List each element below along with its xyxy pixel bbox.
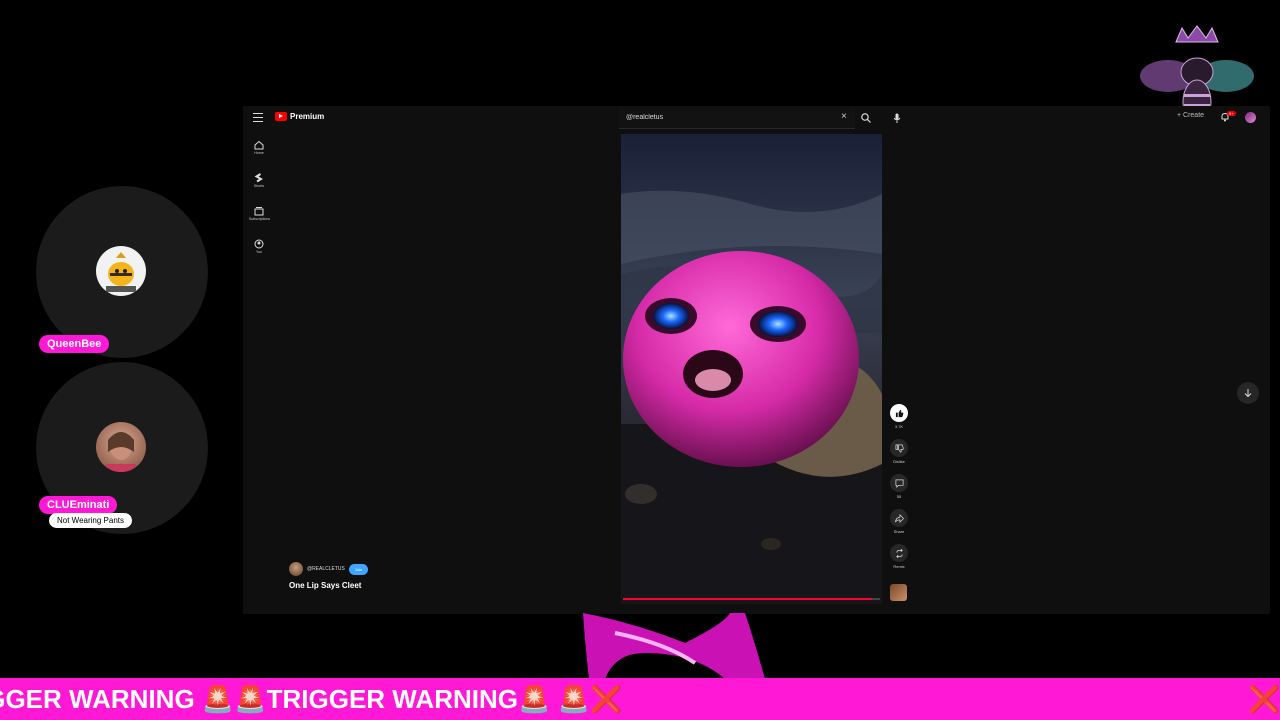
home-icon (254, 140, 264, 150)
youtube-premium-logo[interactable]: Premium (275, 112, 324, 121)
share-label: Share (893, 529, 905, 534)
nav-item-subscriptions[interactable]: Subscriptions (249, 206, 271, 239)
dislike-label: Dislike (893, 459, 905, 464)
queenbee-avatar (96, 246, 146, 296)
short-video-player[interactable] (621, 134, 882, 604)
person-avatar-icon (106, 432, 136, 472)
brand-label: Premium (290, 112, 325, 121)
side-nav: Home Shorts Subscriptions You (249, 140, 271, 272)
nav-item-home[interactable]: Home (249, 140, 269, 173)
nav-item-shorts[interactable]: Shorts (249, 173, 269, 206)
video-progress-fill (623, 598, 873, 600)
create-button[interactable]: + Create (1177, 112, 1204, 119)
comment-action[interactable]: 55 (888, 474, 910, 509)
channel-row: @REALCLETUS Join (289, 562, 369, 576)
channel-avatar[interactable] (289, 562, 303, 576)
search-input[interactable] (624, 113, 828, 122)
nav-item-you[interactable]: You (249, 239, 269, 272)
ticker-text: IGGER WARNING 🚨🚨TRIGGER WARNING🚨 🚨❌ (0, 684, 623, 714)
video-title: One Lip Says Cleet (289, 581, 362, 590)
you-icon (254, 239, 264, 249)
participant-name-queenbee: QueenBee (39, 335, 110, 353)
share-button[interactable] (890, 509, 908, 527)
dislike-button[interactable] (890, 439, 908, 457)
pink-creature-overlay (583, 613, 765, 679)
youtube-play-icon (275, 112, 287, 121)
comment-count: 55 (896, 494, 902, 499)
remix-icon (895, 548, 903, 558)
close-x-icon: ❌ (1248, 684, 1280, 714)
share-action[interactable]: Share (888, 509, 910, 544)
join-button[interactable]: Join (348, 563, 369, 575)
next-short-button[interactable] (1237, 382, 1259, 404)
account-avatar[interactable] (1245, 112, 1256, 123)
nav-label-shorts: Shorts (253, 184, 265, 188)
arrow-down-icon (1244, 389, 1252, 398)
video-progress-bar[interactable] (623, 598, 880, 600)
comment-button[interactable] (890, 474, 908, 492)
remix-button[interactable] (890, 544, 908, 562)
subscriptions-icon (254, 207, 264, 216)
trigger-warning-ticker: IGGER WARNING 🚨🚨TRIGGER WARNING🚨 🚨❌ ❌ (0, 678, 1280, 720)
nav-label-you: You (256, 250, 262, 254)
search-clear-icon[interactable]: × (841, 111, 847, 122)
like-button[interactable] (890, 404, 908, 422)
channel-name[interactable]: @REALCLETUS (307, 566, 345, 572)
dislike-icon (895, 444, 904, 452)
youtube-shorts-window: Premium × + Create 9+ Home Short (243, 106, 1270, 614)
search-icon[interactable] (860, 112, 872, 124)
participant-name-cluemanati: CLUEminati (39, 496, 118, 514)
notification-badge: 9+ (1227, 111, 1236, 116)
yt-topbar: Premium × + Create 9+ (243, 106, 1270, 132)
bee-avatar-icon (106, 252, 136, 292)
dislike-action[interactable]: Dislike (888, 439, 910, 474)
share-icon (894, 513, 904, 523)
like-icon (895, 409, 903, 417)
cluemanati-avatar (96, 422, 146, 472)
search-bar: × (619, 108, 855, 129)
pink-knit-creature-image (621, 134, 882, 604)
participant-status: Not Wearing Pants (49, 513, 132, 528)
short-actions: 3.7K Dislike 55 Share Remix (888, 404, 910, 579)
mic-icon[interactable] (891, 112, 903, 124)
menu-icon[interactable] (253, 113, 263, 123)
nav-label-home: Home (254, 151, 264, 155)
shorts-icon (254, 173, 263, 183)
sound-thumbnail[interactable] (890, 584, 907, 601)
like-count: 3.7K (894, 424, 904, 429)
nav-label-subscriptions: Subscriptions (249, 217, 271, 221)
remix-action[interactable]: Remix (888, 544, 910, 579)
remix-label: Remix (893, 564, 905, 569)
like-action[interactable]: 3.7K (888, 404, 910, 439)
comment-icon (895, 479, 903, 488)
